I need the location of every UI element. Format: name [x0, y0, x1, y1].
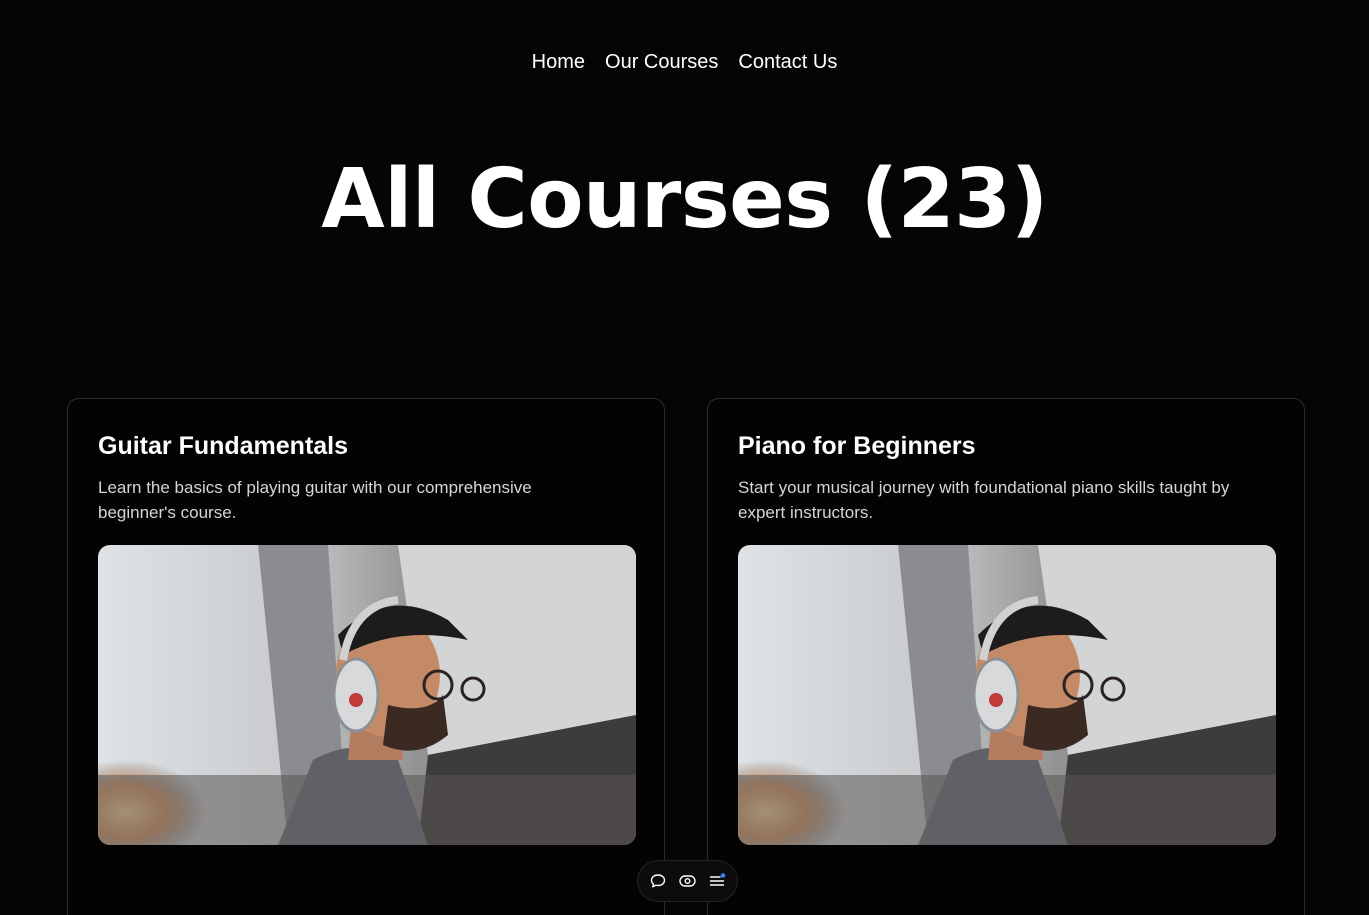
course-image[interactable] — [738, 545, 1276, 845]
photo-man-with-headphones-icon — [738, 545, 1276, 845]
course-title: Piano for Beginners — [738, 432, 976, 460]
floating-toolbar — [637, 860, 738, 902]
nav-home-link[interactable]: Home — [532, 48, 585, 76]
top-nav: Home Our Courses Contact Us — [0, 48, 1369, 76]
photo-man-with-headphones-icon — [98, 545, 636, 845]
course-title: Guitar Fundamentals — [98, 432, 349, 460]
notification-dot — [720, 873, 726, 878]
course-description: Start your musical journey with foundati… — [738, 478, 1230, 522]
course-description: Learn the basics of playing guitar with … — [98, 478, 532, 522]
page-title: All Courses (23) — [321, 152, 1048, 247]
page: Home Our Courses Contact Us All Courses … — [0, 0, 1369, 915]
nav-contact-us-link[interactable]: Contact Us — [738, 48, 837, 76]
eye-icon[interactable] — [679, 872, 697, 890]
course-card-guitar-fundamentals[interactable]: Guitar Fundamentals Learn the basics of … — [67, 398, 665, 915]
nav-our-courses-link[interactable]: Our Courses — [605, 48, 718, 76]
chat-bubble-icon[interactable] — [649, 872, 667, 890]
menu-lines-icon[interactable] — [709, 872, 727, 890]
course-image[interactable] — [98, 545, 636, 845]
course-card-piano-for-beginners[interactable]: Piano for Beginners Start your musical j… — [707, 398, 1305, 915]
